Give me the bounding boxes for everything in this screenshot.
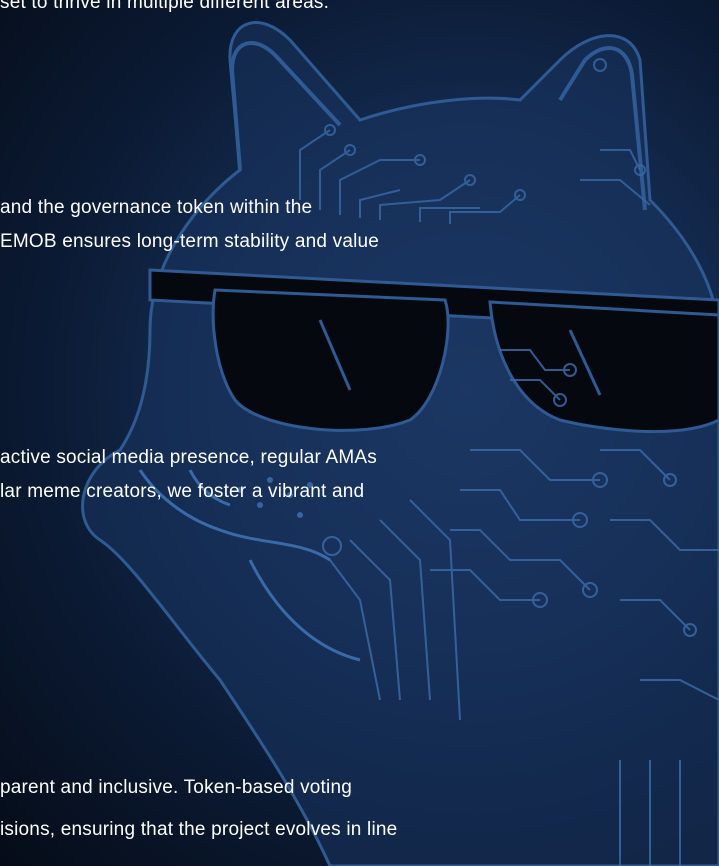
page: set to thrive in multiple different area… bbox=[0, 0, 719, 866]
paragraph-1-line-1: set to thrive in multiple different area… bbox=[0, 0, 330, 13]
paragraph-2-line-1: and the governance token within the bbox=[0, 197, 313, 218]
paragraph-2-line-2: EMOB ensures long-term stability and val… bbox=[0, 231, 380, 252]
circuit-doge-illustration bbox=[81, 21, 719, 866]
paragraph-4-line-2: isions, ensuring that the project evolve… bbox=[0, 819, 398, 840]
paragraph-3-line-2: lar meme creators, we foster a vibrant a… bbox=[0, 481, 365, 502]
paragraph-3-line-1: active social media presence, regular AM… bbox=[0, 447, 377, 468]
left-lens bbox=[211, 288, 450, 432]
paragraph-4-line-1: parent and inclusive. Token-based voting bbox=[0, 777, 352, 798]
